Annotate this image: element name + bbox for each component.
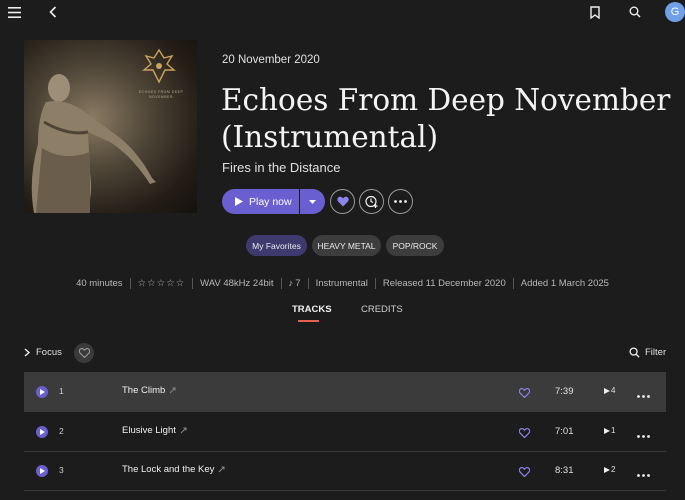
focus-toggle[interactable]: Focus	[24, 347, 62, 358]
play-count-value: 4	[611, 386, 616, 395]
play-count: 4	[604, 386, 615, 395]
play-count: 2	[604, 465, 615, 474]
more-icon	[637, 474, 650, 477]
album-duration: 40 minutes	[76, 278, 123, 289]
divider	[192, 278, 194, 289]
released-date: Released 11 December 2020	[382, 278, 506, 289]
play-icon	[39, 429, 45, 435]
track-row[interactable]: 3 The Lock and the Key 8:31 2	[24, 451, 666, 491]
track-count: 7	[295, 278, 301, 289]
link-icon	[180, 427, 187, 434]
link-icon	[219, 466, 225, 473]
favorite-button[interactable]	[330, 189, 355, 214]
play-icon	[235, 197, 243, 206]
track-title-text: The Climb	[122, 385, 166, 396]
link-icon	[169, 387, 176, 394]
play-count-icon	[604, 387, 610, 394]
track-favorite-button[interactable]	[518, 385, 531, 403]
bookmark-icon[interactable]	[586, 3, 604, 21]
track-title-text: Elusive Light	[122, 425, 176, 436]
release-date: 20 November 2020	[222, 54, 320, 66]
track-title[interactable]: Elusive Light	[122, 425, 187, 436]
filter-button[interactable]: Filter	[629, 347, 666, 358]
track-row[interactable]: 2 Elusive Light 7:01 1	[24, 412, 666, 452]
play-now-label: Play now	[249, 195, 292, 208]
album-metadata: 40 minutes ☆☆☆☆☆ WAV 48kHz 24bit ♪ 7 Ins…	[0, 278, 685, 289]
more-icon	[394, 200, 407, 203]
divider	[307, 278, 309, 289]
more-icon	[637, 435, 650, 438]
track-duration: 8:31	[555, 465, 574, 476]
heart-icon	[336, 196, 349, 207]
play-icon	[39, 389, 45, 395]
track-duration: 7:01	[555, 426, 574, 437]
play-icon	[39, 468, 45, 474]
focus-label: Focus	[36, 347, 62, 358]
avatar-letter: G	[670, 6, 680, 18]
track-title[interactable]: The Lock and the Key	[122, 464, 225, 475]
play-count-value: 1	[611, 426, 616, 435]
chip-my-favorites[interactable]: My Favorites	[246, 235, 307, 256]
play-options-dropdown[interactable]	[300, 189, 325, 214]
album-title: Echoes From Deep November (Instrumental)	[221, 83, 671, 154]
heart-icon	[78, 348, 90, 358]
track-title[interactable]: The Climb	[122, 385, 176, 396]
album-cover: ECHOES FROM DEEP NOVEMBER	[24, 40, 197, 213]
clock-plus-icon	[365, 195, 378, 208]
track-more-button[interactable]	[637, 425, 650, 443]
track-duration: 7:39	[555, 386, 574, 397]
chip-pop-rock[interactable]: POP/ROCK	[386, 235, 444, 256]
heart-icon	[518, 466, 531, 478]
caret-down-icon	[309, 199, 316, 204]
play-count-value: 2	[611, 465, 616, 474]
menu-icon[interactable]	[5, 3, 23, 21]
track-more-button[interactable]	[637, 385, 650, 403]
divider	[129, 278, 131, 289]
play-now-button[interactable]: Play now	[222, 189, 299, 214]
play-count-icon	[604, 427, 610, 434]
artist-name[interactable]: Fires in the Distance	[222, 160, 341, 175]
divider	[512, 278, 514, 289]
play-count-icon	[604, 466, 610, 473]
tab-tracks[interactable]: TRACKS	[292, 304, 332, 315]
play-track-button[interactable]	[36, 426, 48, 438]
track-number: 1	[59, 386, 64, 396]
added-date: Added 1 March 2025	[520, 278, 609, 289]
album-type: Instrumental	[315, 278, 368, 289]
divider	[374, 278, 376, 289]
track-favorite-button[interactable]	[518, 464, 531, 482]
chevron-right-icon	[24, 348, 30, 357]
row-divider	[24, 490, 666, 491]
avatar[interactable]: G	[665, 2, 685, 22]
band-logo-icon	[142, 48, 176, 84]
play-track-button[interactable]	[36, 386, 48, 398]
divider	[280, 278, 282, 289]
track-row[interactable]: 1 The Climb 7:39 4	[24, 372, 666, 412]
more-options-button[interactable]	[388, 189, 413, 214]
active-tab-indicator	[298, 320, 319, 322]
track-favorite-button[interactable]	[518, 425, 531, 443]
heart-icon	[518, 387, 531, 399]
star-rating[interactable]: ☆☆☆☆☆	[138, 278, 186, 289]
filter-label: Filter	[645, 347, 667, 358]
add-to-playlist-button[interactable]	[359, 189, 384, 214]
back-icon[interactable]	[44, 3, 62, 21]
top-bar: G	[0, 0, 685, 24]
search-icon[interactable]	[626, 3, 644, 21]
audio-quality: WAV 48kHz 24bit	[200, 278, 274, 289]
music-note-icon: ♪	[288, 278, 294, 289]
heart-icon	[518, 427, 531, 439]
track-more-button[interactable]	[637, 464, 650, 482]
cover-caption: ECHOES FROM DEEP NOVEMBER	[138, 90, 184, 99]
search-icon	[629, 347, 640, 358]
tab-credits[interactable]: CREDITS	[361, 304, 403, 315]
track-title-text: The Lock and the Key	[122, 464, 215, 475]
chip-heavy-metal[interactable]: HEAVY METAL	[312, 235, 381, 256]
track-number: 2	[59, 426, 64, 436]
more-icon	[637, 395, 650, 398]
track-number: 3	[59, 465, 64, 475]
play-count: 1	[604, 426, 615, 435]
focus-favorites-button[interactable]	[74, 343, 94, 363]
play-track-button[interactable]	[36, 465, 48, 477]
